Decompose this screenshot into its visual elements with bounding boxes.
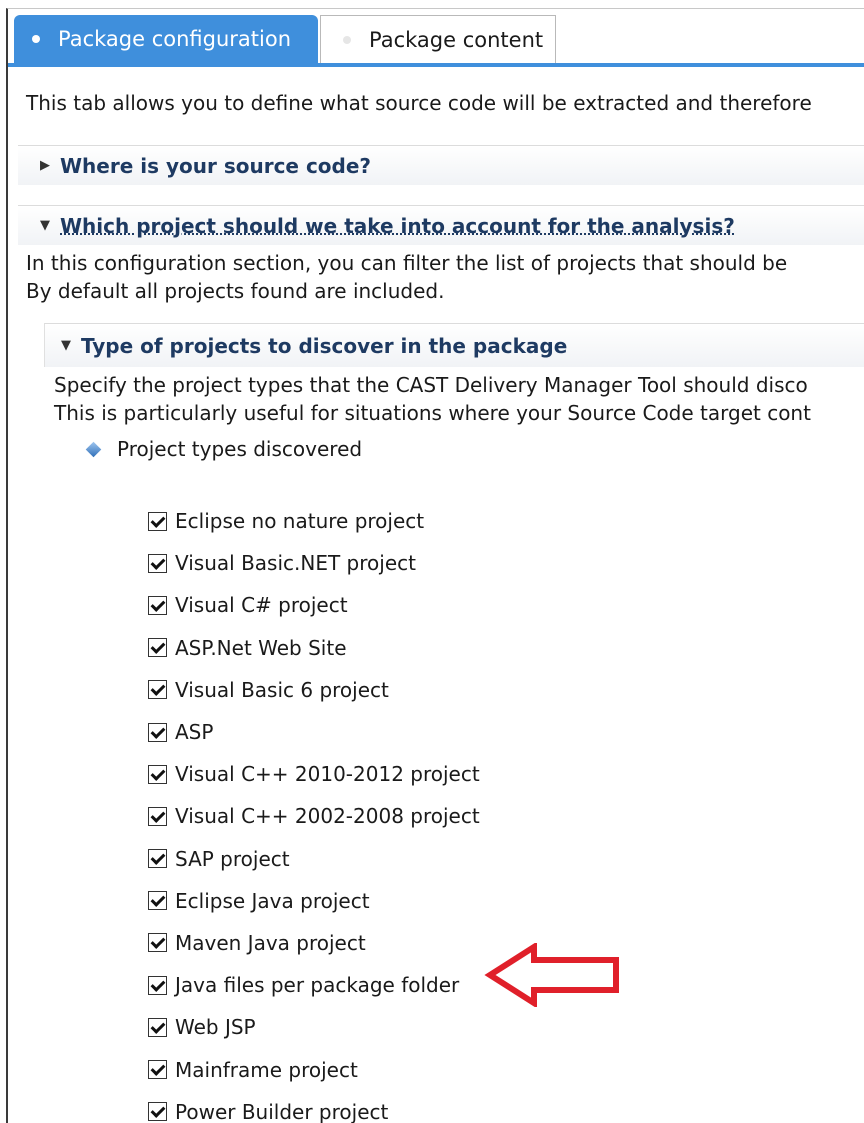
description-line: In this configuration section, you can f… (26, 251, 788, 275)
project-type-item[interactable]: ASP (148, 711, 480, 753)
checkbox-label: Visual C++ 2010-2012 project (175, 762, 480, 787)
checkbox-label: Visual C# project (175, 593, 348, 618)
project-type-item[interactable]: Power Builder project (148, 1091, 480, 1123)
checkbox-label: Power Builder project (175, 1099, 389, 1123)
checkbox-label: Eclipse no nature project (175, 509, 425, 534)
checkbox-label: SAP project (175, 846, 290, 871)
subsection-project-types[interactable]: ▼ Type of projects to discover in the pa… (44, 323, 864, 367)
checkbox[interactable] (148, 722, 167, 742)
checkbox-label: ASP (175, 720, 214, 745)
tab-label: Package content (369, 27, 544, 52)
tree-node-project-types[interactable]: Project types discovered (85, 437, 363, 461)
tab-bar: Package configuration Package content (8, 9, 864, 67)
checkbox[interactable] (148, 891, 167, 911)
checkbox[interactable] (148, 975, 167, 995)
checkbox-label: ASP.Net Web Site (175, 635, 347, 660)
diamond-icon (85, 441, 102, 457)
tab-dot-icon (343, 35, 351, 44)
checkbox[interactable] (148, 595, 167, 615)
section-title: Which project should we take into accoun… (60, 213, 735, 238)
project-type-item[interactable]: Eclipse Java project (148, 880, 480, 922)
expand-arrow-icon[interactable]: ▶ (40, 158, 60, 173)
tab-package-content[interactable]: Package content (320, 15, 556, 63)
project-type-item[interactable]: Visual C# project (148, 584, 480, 626)
description-line: By default all projects found are includ… (26, 279, 445, 303)
section-description: In this configuration section, you can f… (26, 249, 787, 305)
checkbox-label: Java files per package folder (175, 973, 460, 998)
checkbox-label: Visual Basic.NET project (175, 551, 416, 576)
project-type-item[interactable]: Web JSP (148, 1006, 480, 1048)
section-which-project[interactable]: ▼ Which project should we take into acco… (18, 205, 864, 245)
project-type-item[interactable]: Maven Java project (148, 922, 480, 964)
package-config-panel: Package configuration Package content Th… (6, 8, 864, 1123)
subsection-title: Type of projects to discover in the pack… (81, 333, 568, 358)
checkbox-label: Web JSP (175, 1015, 256, 1040)
checkbox[interactable] (148, 511, 167, 531)
checkbox-label: Mainframe project (175, 1057, 358, 1082)
subsection-description: Specify the project types that the CAST … (54, 371, 811, 427)
checkbox-label: Eclipse Java project (175, 888, 370, 913)
checkbox[interactable] (148, 1017, 167, 1037)
tab-label: Package configuration (58, 27, 292, 51)
project-type-item[interactable]: Eclipse no nature project (148, 500, 480, 542)
checkbox[interactable] (148, 1060, 167, 1080)
checkbox[interactable] (148, 764, 167, 784)
checkbox[interactable] (148, 638, 167, 658)
project-type-item[interactable]: Visual Basic.NET project (148, 542, 480, 584)
section-title: Where is your source code? (60, 153, 372, 178)
description-line: This is particularly useful for situatio… (54, 401, 811, 425)
tree-node-label: Project types discovered (117, 437, 363, 461)
project-type-item[interactable]: Mainframe project (148, 1048, 480, 1090)
intro-text: This tab allows you to define what sourc… (26, 91, 812, 115)
section-where-is-source-code[interactable]: ▶ Where is your source code? (18, 145, 864, 185)
project-type-list: Eclipse no nature project Visual Basic.N… (148, 500, 480, 1123)
project-type-item[interactable]: Java files per package folder (148, 964, 480, 1006)
checkbox-label: Visual Basic 6 project (175, 677, 389, 702)
checkbox[interactable] (148, 806, 167, 826)
project-type-item[interactable]: Visual Basic 6 project (148, 669, 480, 711)
project-type-item[interactable]: SAP project (148, 838, 480, 880)
checkbox[interactable] (148, 933, 167, 953)
project-type-item[interactable]: ASP.Net Web Site (148, 627, 480, 669)
tab-package-configuration[interactable]: Package configuration (14, 15, 318, 63)
collapse-arrow-icon[interactable]: ▼ (61, 338, 81, 353)
checkbox-label: Visual C++ 2002-2008 project (175, 804, 480, 829)
checkbox[interactable] (148, 680, 167, 700)
checkbox[interactable] (148, 1102, 167, 1122)
project-type-item[interactable]: Visual C++ 2002-2008 project (148, 795, 480, 837)
checkbox[interactable] (148, 553, 167, 573)
checkbox[interactable] (148, 849, 167, 869)
annotation-arrow-icon (484, 943, 619, 1007)
collapse-arrow-icon[interactable]: ▼ (40, 218, 60, 233)
project-type-item[interactable]: Visual C++ 2010-2012 project (148, 753, 480, 795)
tab-dot-icon (32, 35, 40, 43)
checkbox-label: Maven Java project (175, 930, 366, 955)
description-line: Specify the project types that the CAST … (54, 373, 808, 397)
